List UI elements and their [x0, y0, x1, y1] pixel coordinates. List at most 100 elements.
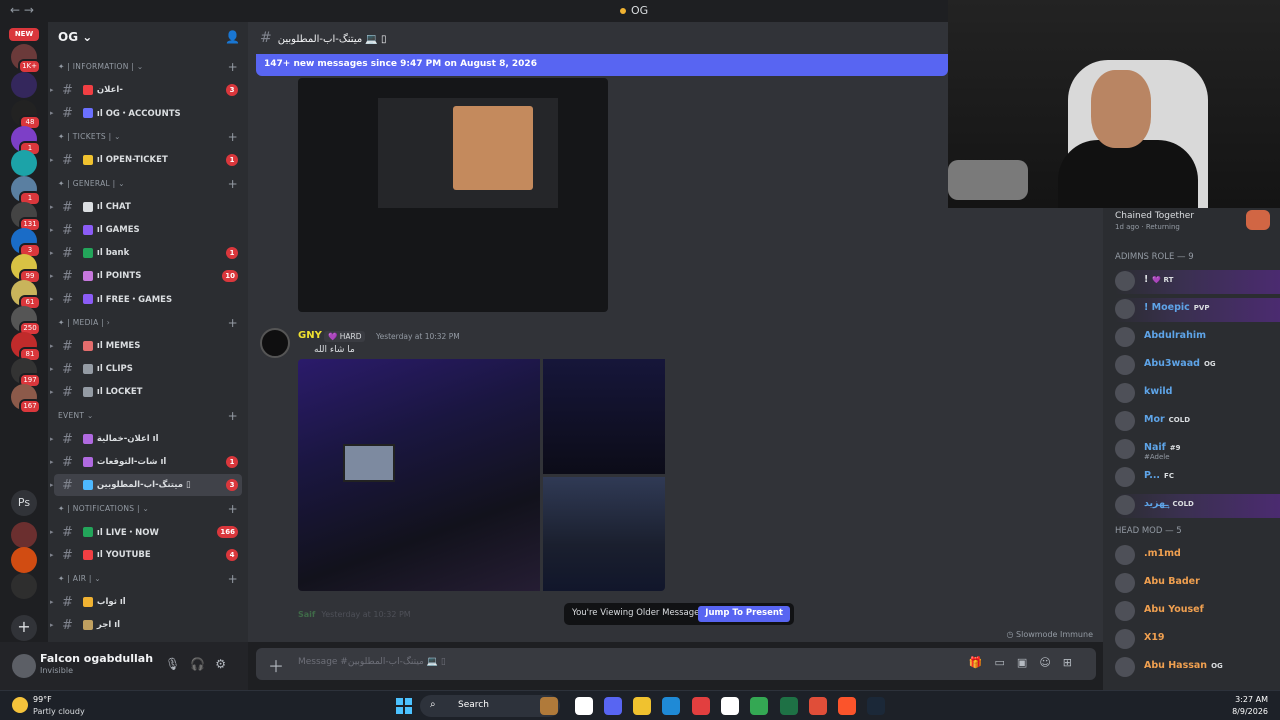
create-channel-icon[interactable]: +: [228, 502, 238, 516]
apps-icon[interactable]: ⊞: [1063, 656, 1084, 669]
server-icon[interactable]: 3: [11, 228, 41, 258]
sticker-icon[interactable]: ▣: [1017, 656, 1039, 669]
server-icon[interactable]: [11, 573, 37, 599]
server-icon[interactable]: [11, 150, 37, 176]
gear-icon[interactable]: ⚙: [215, 657, 236, 671]
channel-category[interactable]: ✦ | TICKETS | ⌄ +: [48, 130, 248, 148]
server-name[interactable]: OG: [58, 30, 78, 44]
channel-item[interactable]: ▸ # ıl OPEN-TICKET 1: [50, 149, 242, 171]
server-icon[interactable]: [11, 522, 37, 548]
back-arrow-icon[interactable]: ←: [10, 3, 20, 17]
create-channel-icon[interactable]: +: [228, 409, 238, 423]
gif-icon[interactable]: ▭: [995, 656, 1017, 669]
member-item[interactable]: .m1md: [1115, 544, 1280, 568]
channel-item[interactable]: ▸ # شات-التوقعات ıl 1: [50, 451, 242, 473]
member-item[interactable]: Abu Hassan OG: [1115, 656, 1280, 680]
server-icon[interactable]: 250: [11, 306, 41, 336]
activity-card[interactable]: Chained Together 1d ago · Returning: [1115, 211, 1194, 231]
channel-category[interactable]: ✦ | NOTIFICATIONS | ⌄ +: [48, 502, 248, 520]
new-messages-bar[interactable]: 147+ new messages since 9:47 PM on Augus…: [256, 54, 948, 76]
channel-item[interactable]: ▸ # اجر ıl: [50, 614, 242, 636]
create-channel-icon[interactable]: +: [228, 572, 238, 586]
avatar[interactable]: [12, 654, 36, 678]
member-item[interactable]: Abdulrahim: [1115, 326, 1280, 350]
create-channel-icon[interactable]: +: [228, 316, 238, 330]
channel-item[interactable]: ▸ # ثواب ıl: [50, 591, 242, 613]
message-author[interactable]: Saif: [298, 610, 315, 619]
server-icon[interactable]: 81: [11, 332, 41, 362]
attach-plus-icon[interactable]: ＋: [268, 653, 284, 677]
server-icon[interactable]: 1K+: [11, 44, 41, 74]
channel-category[interactable]: ✦ | INFORMATION | ⌄ +: [48, 60, 248, 78]
taskbar-app-icon[interactable]: [809, 697, 827, 715]
gallery-image-1[interactable]: [298, 359, 540, 591]
channel-item[interactable]: ▸ # ıl GAMES: [50, 219, 242, 241]
channel-item[interactable]: ▸ # ıl CHAT: [50, 196, 242, 218]
member-item[interactable]: kwild: [1115, 382, 1280, 406]
server-ps[interactable]: Ps: [11, 490, 37, 516]
invite-people-icon[interactable]: 👤: [225, 30, 240, 44]
taskbar-app-icon[interactable]: [540, 697, 558, 715]
taskbar-app-icon[interactable]: [604, 697, 622, 715]
channel-item[interactable]: ▸ # اعلان- 3: [50, 79, 242, 101]
taskbar-app-icon[interactable]: [721, 697, 739, 715]
create-channel-icon[interactable]: +: [228, 177, 238, 191]
member-item[interactable]: Abu3waad OG: [1115, 354, 1280, 378]
username[interactable]: Falcon ogabdullah: [40, 652, 153, 665]
server-icon[interactable]: 99: [11, 254, 41, 284]
channel-item[interactable]: ▸ # ıl LOCKET: [50, 381, 242, 403]
member-item[interactable]: Mor COLD: [1115, 410, 1280, 434]
taskbar-app-icon[interactable]: [867, 697, 885, 715]
taskbar-app-icon[interactable]: [750, 697, 768, 715]
server-icon[interactable]: 61: [11, 280, 41, 310]
nav-arrows[interactable]: ← →: [10, 3, 34, 17]
create-channel-icon[interactable]: +: [228, 60, 238, 74]
emoji-icon[interactable]: ☺: [1039, 656, 1062, 669]
message-author[interactable]: GNY: [298, 330, 322, 341]
channel-item[interactable]: ▸ # ıl LIVE・NOW 166: [50, 521, 242, 543]
taskbar-app-icon[interactable]: [662, 697, 680, 715]
taskbar-app-icon[interactable]: [575, 697, 593, 715]
server-header[interactable]: OG ⌄ 👤: [48, 22, 248, 54]
gallery-image-2[interactable]: [543, 359, 665, 474]
create-channel-icon[interactable]: +: [228, 130, 238, 144]
forward-arrow-icon[interactable]: →: [24, 3, 34, 17]
channel-category[interactable]: Event ⌄ +: [48, 409, 248, 427]
avatar[interactable]: [260, 328, 290, 358]
channel-category[interactable]: ✦ | GENERAL | ⌄ +: [48, 177, 248, 195]
member-item[interactable]: Naif #9 #Adele: [1115, 438, 1280, 462]
channel-item[interactable]: ▸ # ıl CLIPS: [50, 358, 242, 380]
channel-item[interactable]: ▸ # ميتنگ-اب-المطلوبين ▯ 3: [50, 474, 242, 496]
jump-to-present-button[interactable]: Jump To Present: [698, 606, 790, 622]
gallery-image-3[interactable]: [543, 477, 665, 591]
chevron-down-icon[interactable]: ⌄: [82, 30, 92, 44]
headphones-icon[interactable]: 🎧: [190, 657, 215, 671]
system-clock[interactable]: 3:27 AM 8/9/2026: [1232, 694, 1268, 718]
taskbar-app-icon[interactable]: [780, 697, 798, 715]
taskbar-app-icon[interactable]: [692, 697, 710, 715]
taskbar-search[interactable]: ⌕ Search: [420, 695, 560, 717]
server-icon[interactable]: 1: [11, 176, 41, 206]
member-item[interactable]: X19: [1115, 628, 1280, 652]
member-item[interactable]: Abu Yousef: [1115, 600, 1280, 624]
server-icon[interactable]: 1: [11, 126, 41, 156]
channel-category[interactable]: ✦ | AIR | ⌄ +: [48, 572, 248, 590]
server-icon[interactable]: [11, 72, 37, 98]
gift-icon[interactable]: 🎁: [969, 656, 995, 669]
server-icon[interactable]: [11, 547, 37, 573]
member-item[interactable]: ! Moepic PVP: [1115, 298, 1280, 322]
microphone-icon[interactable]: 🎙: [165, 657, 190, 671]
server-icon[interactable]: 167: [11, 384, 41, 414]
server-icon[interactable]: 131: [11, 202, 41, 232]
channel-item[interactable]: ▸ # ıl MEMES: [50, 335, 242, 357]
channel-item[interactable]: ▸ # ıl POINTS 10: [50, 265, 242, 287]
member-item[interactable]: ! 💜 RT: [1115, 270, 1280, 294]
member-item[interactable]: ـ͢هزيد COLD: [1115, 494, 1280, 518]
member-item[interactable]: Abu Bader: [1115, 572, 1280, 596]
taskbar-app-icon[interactable]: [633, 697, 651, 715]
taskbar-app-icon[interactable]: [838, 697, 856, 715]
server-icon[interactable]: 197: [11, 358, 41, 388]
channel-category[interactable]: ✦ | MEDIA | › +: [48, 316, 248, 334]
server-icon[interactable]: 48: [11, 100, 41, 130]
channel-item[interactable]: ▸ # اعلان-خمالية ıl: [50, 428, 242, 450]
